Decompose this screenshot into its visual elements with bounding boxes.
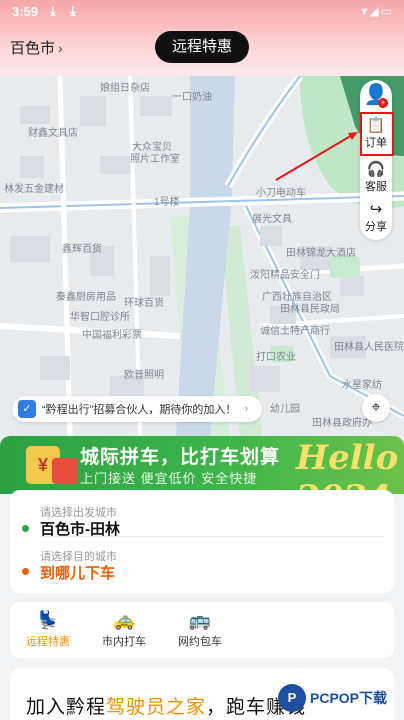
- share-label: 分享: [365, 221, 387, 233]
- service-tabs: 💺 远程特惠 🚕 市内打车 🚌 网约包车: [10, 602, 394, 658]
- signal-battery-icon: ▾◢▭: [361, 4, 394, 18]
- map-label: 展光文具: [252, 214, 292, 225]
- locate-button[interactable]: ⌖: [362, 394, 390, 422]
- map-label: 诚信土特产商行: [260, 326, 330, 337]
- watermark-text: PCPOP下载: [310, 690, 388, 706]
- route-card: 请选择出发城市 百色市-田林 请选择目的城市 到哪儿下车: [10, 490, 394, 593]
- map-label: 环球百货: [124, 298, 164, 309]
- tab-long-distance[interactable]: 💺 远程特惠: [10, 610, 86, 649]
- map-label: 中国福利彩票: [82, 330, 142, 341]
- promo-banner[interactable]: ¥ 城际拼车，比打车划算 上门接送 便宜低价 安全快捷 Hello 2024: [0, 436, 404, 494]
- map-label: 水星家纺: [342, 380, 382, 391]
- status-time: 3:59: [12, 4, 39, 19]
- origin-dot: [22, 525, 29, 532]
- map-label: 一口奶油: [172, 92, 212, 103]
- map-label: 华智口腔诊所: [70, 312, 130, 323]
- customer-service-button[interactable]: 🎧 客服: [360, 162, 392, 194]
- map-view[interactable]: 娘组日杂店 一口奶油 财鑫文具店 大众宝贝 照片工作室 林发五金建材 1号楼 小…: [0, 76, 404, 436]
- banner-headline: 城际拼车，比打车划算: [80, 447, 281, 468]
- service-label: 客服: [365, 181, 387, 193]
- driver-recruit-text: 加入黔程驾驶员之家，跑车赚钱: [26, 692, 306, 719]
- status-bar: 3:59 ⤓ ⤓ ▾◢▭: [0, 0, 404, 24]
- city-name: 百色市: [10, 40, 56, 57]
- map-label: 1号楼: [154, 197, 180, 208]
- map-label: 鑫辉百货: [62, 244, 102, 255]
- share-icon: ↪: [369, 201, 383, 218]
- download-icon: ⤓: [70, 3, 76, 18]
- hello-logo: Hello 2024: [296, 438, 399, 494]
- highlight-box: [360, 112, 394, 156]
- tab-label: 市内打车: [102, 636, 146, 648]
- watermark-logo-icon: P: [278, 684, 306, 712]
- map-label: 财鑫文具店: [28, 128, 78, 139]
- page-title: 远程特惠: [155, 31, 249, 63]
- tab-charter[interactable]: 🚌 网约包车: [162, 610, 238, 649]
- watermark: P PCPOP下载: [276, 684, 404, 720]
- map-label: 田林县政府办: [312, 418, 372, 429]
- chevron-right-icon: ›: [58, 39, 63, 56]
- bus-icon: 🚌: [188, 610, 212, 630]
- map-label: 秦鑫厨房用品: [56, 292, 116, 303]
- map-label: 林发五金建材: [4, 184, 64, 195]
- tab-label: 网约包车: [178, 636, 222, 648]
- tab-city-taxi[interactable]: 🚕 市内打车: [86, 610, 162, 649]
- header-area: 3:59 ⤓ ⤓ ▾◢▭ 百色市 › 远程特惠: [0, 0, 404, 76]
- map-label: 娘组日杂店: [100, 83, 150, 94]
- map-label: 幼儿园: [270, 404, 300, 415]
- chevron-right-icon: ›: [244, 403, 248, 415]
- promo-highlight: 驾驶员之家: [106, 697, 207, 718]
- download-icon: ⤓: [50, 3, 56, 18]
- city-selector[interactable]: 百色市 ›: [10, 37, 63, 58]
- shield-icon: ✓: [18, 400, 36, 418]
- tab-label: 远程特惠: [26, 636, 70, 648]
- map-label: 打口农业: [256, 352, 296, 363]
- map-label: 泼阳精品安全门: [250, 270, 320, 281]
- map-label: 田林县民政局: [280, 304, 340, 315]
- map-label: 田林锦龙大酒店: [286, 248, 356, 259]
- divider: [40, 536, 384, 537]
- seat-icon: 💺: [36, 610, 60, 630]
- destination-dot: [22, 568, 29, 575]
- map-label: 田林县人民医院: [334, 342, 404, 353]
- promo-prefix: 加入黔程: [26, 697, 107, 718]
- destination-city-field[interactable]: 到哪儿下车: [40, 562, 115, 583]
- recruit-text: “黔程出行”招募合伙人，期待你的加入！: [42, 404, 237, 416]
- share-button[interactable]: ↪ 分享: [360, 202, 392, 234]
- recruit-banner[interactable]: ✓ “黔程出行”招募合伙人，期待你的加入！ ›: [12, 396, 262, 422]
- notification-badge: +: [378, 98, 388, 108]
- map-label: 小刀电动车: [256, 188, 306, 199]
- crosshair-icon: ⌖: [371, 399, 381, 416]
- taxi-icon: 🚕: [112, 610, 136, 630]
- banner-subline: 上门接送 便宜低价 安全快捷: [80, 471, 258, 486]
- headset-icon: 🎧: [366, 161, 386, 178]
- map-label: 欧普照明: [124, 370, 164, 381]
- gift-box-icon: [52, 458, 78, 484]
- map-label: 照片工作室: [130, 154, 180, 165]
